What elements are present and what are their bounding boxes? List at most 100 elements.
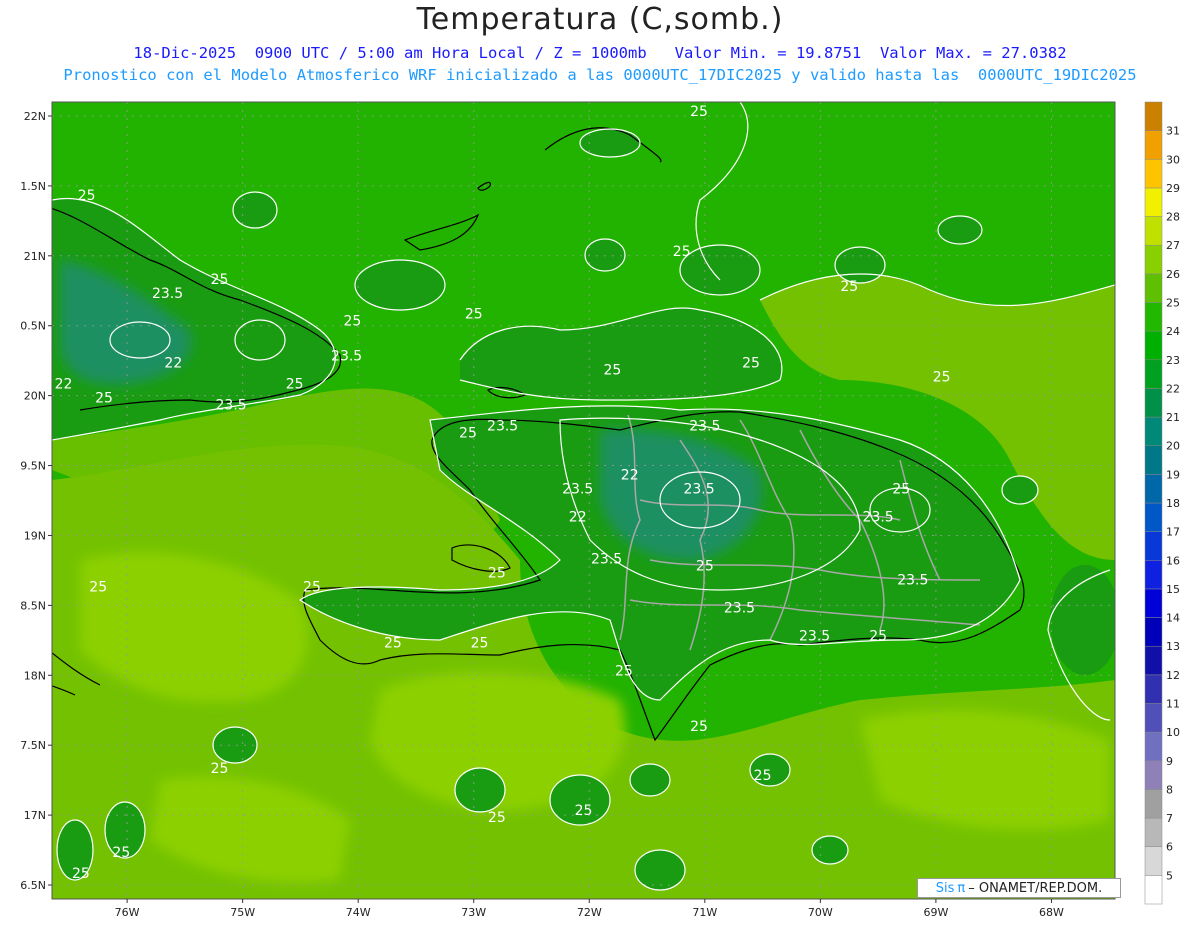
contour-label: 25 bbox=[89, 579, 107, 595]
colorbar-label: 24 bbox=[1166, 325, 1180, 338]
colorbar-swatch bbox=[1144, 244, 1163, 275]
contour-label: 23.5 bbox=[152, 286, 183, 302]
contour-label: 25 bbox=[95, 391, 113, 407]
credit-box: Sis π – ONAMET/REP.DOM. bbox=[917, 878, 1121, 898]
lat-tick-label: 22N bbox=[24, 110, 46, 123]
lon-tick-label: 72W bbox=[577, 906, 602, 919]
colorbar-swatch bbox=[1144, 817, 1163, 847]
colorbar-label: 12 bbox=[1166, 669, 1180, 682]
contour-label: 25 bbox=[754, 768, 772, 784]
lat-tick-label: 21N bbox=[24, 250, 46, 263]
lon-tick-label: 75W bbox=[230, 906, 255, 919]
contour-label: 25 bbox=[933, 370, 951, 386]
colorbar-swatch bbox=[1144, 645, 1163, 676]
contour-label: 22 bbox=[164, 356, 182, 372]
lon-tick-label: 70W bbox=[808, 906, 833, 919]
contour-label: 23.5 bbox=[591, 551, 622, 567]
colorbar-swatch bbox=[1144, 617, 1163, 647]
lon-tick-label: 71W bbox=[692, 906, 717, 919]
contour-label: 25 bbox=[575, 803, 593, 819]
contour-label: 25 bbox=[673, 244, 691, 260]
credit-onamet: – ONAMET/REP.DOM. bbox=[968, 880, 1103, 896]
contour-label: 25 bbox=[488, 810, 506, 826]
contour-label: 25 bbox=[488, 565, 506, 581]
lat-tick-label: 8.5N bbox=[20, 599, 46, 612]
colorbar-label: 18 bbox=[1166, 497, 1180, 510]
contour-label: 25 bbox=[112, 845, 130, 861]
colorbar-label: 22 bbox=[1166, 382, 1180, 395]
credit-pi: π bbox=[957, 880, 966, 896]
colorbar-swatch bbox=[1144, 531, 1163, 561]
colorbar-swatch bbox=[1144, 273, 1163, 303]
contour-label: 23.5 bbox=[216, 398, 247, 414]
colorbar-label: 21 bbox=[1166, 411, 1180, 424]
lat-tick-label: 0.5N bbox=[20, 320, 46, 333]
contour-label: 23.5 bbox=[562, 482, 593, 498]
contour-label: 25 bbox=[211, 761, 229, 777]
colorbar-swatch bbox=[1144, 416, 1163, 446]
colorbar-swatch bbox=[1144, 474, 1163, 504]
contour-label: 25 bbox=[690, 719, 708, 735]
colorbar-swatch bbox=[1144, 703, 1163, 733]
colorbar: 5 6 7 8 9 10 11 12 13 14 15 16 17 18 19 20 21 22 23 24 25 26 2… bbox=[1144, 101, 1180, 905]
colorbar-swatch bbox=[1144, 359, 1163, 389]
colorbar-swatch bbox=[1144, 875, 1163, 905]
colorbar-label: 23 bbox=[1166, 354, 1180, 367]
contour-label: 25 bbox=[459, 426, 477, 442]
lat-tick-label: 17N bbox=[24, 809, 46, 822]
temperature-field: 25 25 25 25 23.5 25 25 25 23.5 22 22 25 23.5 25 25 25 25… bbox=[52, 102, 1115, 899]
lon-tick-label: 76W bbox=[115, 906, 140, 919]
colorbar-label: 26 bbox=[1166, 268, 1180, 281]
lat-tick-label: 20N bbox=[24, 390, 46, 403]
lat-tick-label: 18N bbox=[24, 669, 46, 682]
credit-sis: Sis bbox=[935, 880, 955, 896]
colorbar-label: 9 bbox=[1166, 755, 1173, 768]
lat-tick-label: 6.5N bbox=[20, 879, 46, 892]
contour-label: 23.5 bbox=[331, 349, 362, 365]
lon-tick-label: 69W bbox=[923, 906, 948, 919]
colorbar-label: 13 bbox=[1166, 640, 1180, 653]
colorbar-label: 28 bbox=[1166, 211, 1180, 224]
contour-label: 25 bbox=[286, 377, 304, 393]
latitude-axis: 22N 1.5N 21N 0.5N 20N 9.5N 19N 8.5N 18N 7.5N 17N 6.… bbox=[20, 110, 52, 892]
colorbar-label: 15 bbox=[1166, 583, 1180, 596]
contour-label: 25 bbox=[742, 356, 760, 372]
colorbar-swatch bbox=[1144, 846, 1163, 876]
colorbar-label: 20 bbox=[1166, 440, 1180, 453]
contour-label: 25 bbox=[840, 279, 858, 295]
contour-label: 23.5 bbox=[683, 482, 714, 498]
contour-label: 25 bbox=[696, 558, 714, 574]
contour-label: 25 bbox=[465, 307, 483, 323]
colorbar-swatch bbox=[1144, 388, 1163, 418]
contour-label: 25 bbox=[72, 866, 90, 882]
colorbar-label: 30 bbox=[1166, 153, 1180, 166]
contour-label: 25 bbox=[690, 104, 708, 120]
colorbar-swatch bbox=[1144, 187, 1163, 217]
lon-tick-label: 73W bbox=[461, 906, 486, 919]
contour-label: 25 bbox=[303, 579, 321, 595]
contour-label: 25 bbox=[78, 188, 96, 204]
contour-label: 23.5 bbox=[487, 419, 518, 435]
colorbar-swatch bbox=[1144, 674, 1163, 704]
colorbar-label: 31 bbox=[1166, 125, 1180, 138]
contour-label: 22 bbox=[55, 377, 73, 393]
contour-label: 23.5 bbox=[799, 628, 830, 644]
colorbar-swatch bbox=[1144, 789, 1163, 819]
contour-label: 25 bbox=[471, 635, 489, 651]
contour-label: 23.5 bbox=[897, 572, 928, 588]
colorbar-swatch bbox=[1144, 216, 1163, 246]
contour-label: 25 bbox=[892, 482, 910, 498]
colorbar-label: 16 bbox=[1166, 554, 1180, 567]
contour-label: 25 bbox=[869, 628, 887, 644]
colorbar-label: 5 bbox=[1166, 869, 1173, 882]
colorbar-swatch bbox=[1144, 560, 1163, 590]
contour-label: 25 bbox=[343, 314, 361, 330]
colorbar-label: 8 bbox=[1166, 783, 1173, 796]
contour-label: 23.5 bbox=[724, 600, 755, 616]
temperature-map[interactable]: 25 25 25 25 23.5 25 25 25 23.5 22 22 25 23.5 25 25 25 25… bbox=[0, 0, 1200, 927]
contour-label: 25 bbox=[603, 363, 621, 379]
colorbar-label: 10 bbox=[1166, 726, 1180, 739]
lon-tick-label: 74W bbox=[346, 906, 371, 919]
contour-label: 22 bbox=[621, 468, 639, 484]
longitude-axis: 76W 75W 74W 73W 72W 71W 70W 69W 68W bbox=[115, 899, 1064, 919]
